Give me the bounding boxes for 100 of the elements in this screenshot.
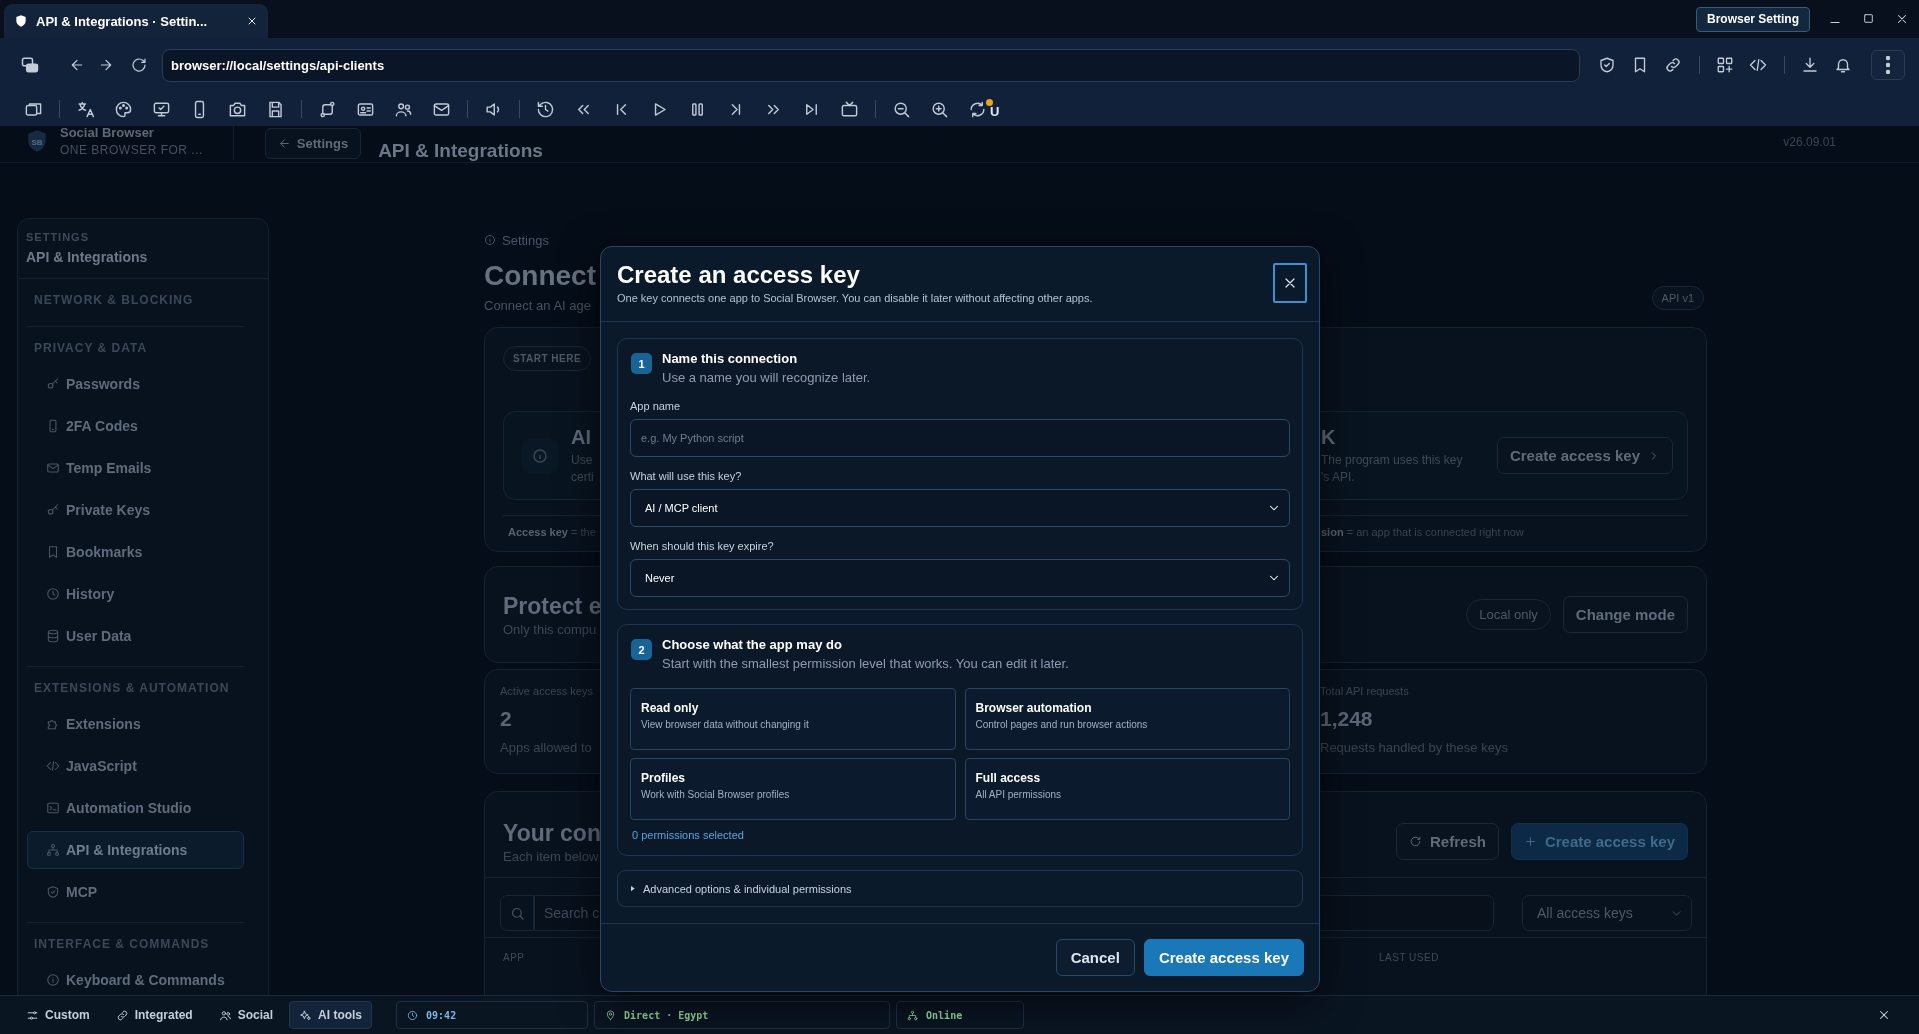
plus-icon [1523,835,1537,848]
browser-tab[interactable]: API & Integrations · Settin... [4,4,268,38]
sidebar-item[interactable]: 2FA Codes [27,405,244,447]
refresh-button[interactable]: Refresh [1396,823,1499,860]
network-icon [907,1009,919,1021]
step-title: Name this connection [662,351,799,367]
field-label: When should this key expire? [630,539,775,553]
sidebar-item[interactable]: Extensions [27,703,244,745]
address-bar[interactable]: browser://local/settings/api-clients [162,48,1580,82]
step-title: Choose what the app may do [662,637,843,653]
change-mode-button[interactable]: Change mode [1562,596,1688,633]
stat-value: 2 [500,707,512,731]
field-label: App name [630,399,682,413]
clock-icon [46,587,60,601]
brand-tagline: ONE BROWSER FOR ... [60,143,203,157]
dialog-description: One key connects one app to Social Browser. You can disable it later without affecting other apps. [617,292,1093,304]
close-icon[interactable] [1877,1008,1891,1022]
close-button[interactable] [1273,263,1307,303]
page-subtitle: Connect an AI age [484,298,592,313]
palette-icon[interactable] [114,99,133,119]
logo-text: SB [31,137,43,147]
group-title: PRIVACY & DATA [33,340,149,357]
save-icon[interactable] [266,99,285,119]
extensions-icon[interactable] [1716,56,1734,74]
sidebar-toggle-icon[interactable] [20,55,40,75]
shield-icon [46,885,60,899]
network-icon [46,843,60,857]
cancel-button[interactable]: Cancel [1055,939,1135,976]
sparkles-icon [299,1008,313,1022]
history-icon[interactable] [536,99,555,119]
menu-button[interactable] [1871,50,1905,80]
zoom-in-icon[interactable] [930,99,949,119]
time-display: 09:42 [396,1001,589,1029]
shield-icon[interactable] [1598,56,1616,74]
key-icon [46,377,60,391]
advanced-options-toggle[interactable]: Advanced options & individual permissions [617,870,1303,907]
sidebar-item[interactable]: MCP [27,871,244,913]
create-access-key-button[interactable]: Create access key [1496,437,1673,474]
option-title: AI [571,425,592,449]
back-button[interactable]: Settings [264,128,362,159]
sidebar-item[interactable]: Passwords [27,363,244,405]
zoom-out-icon[interactable] [892,99,911,119]
connection-status: Online [896,1001,1025,1029]
sidebar-item[interactable]: Automation Studio [27,787,244,829]
permission-option[interactable]: Browser automation Control pages and run browser actions [964,688,1290,750]
card-title: Protect e [503,592,602,620]
maximize-icon[interactable] [1862,12,1875,25]
dropdown[interactable]: AI / MCP client [630,489,1290,527]
link-icon[interactable] [1664,56,1682,74]
column-header: LAST USED [1379,952,1439,963]
mode-button[interactable]: Social [208,1001,284,1029]
field-label: What will use this key? [630,469,743,483]
filter-dropdown[interactable]: All access keys [1522,895,1692,931]
text-field[interactable]: e.g. My Python script [630,419,1290,457]
mode-badge: Local only [1466,599,1551,630]
code-icon [46,759,60,773]
sidebar-item[interactable]: Temp Emails [27,447,244,489]
forward-icon[interactable] [98,57,114,73]
create-access-key-button[interactable]: Create access key [1510,823,1688,860]
step-hint: Start with the smallest permission level that works. You can edit it later. [662,655,1069,673]
group-title: NETWORK & BLOCKING [33,292,195,309]
browser-setting-button[interactable]: Browser Setting [1696,6,1810,32]
code-icon[interactable] [1749,56,1767,74]
permission-option[interactable]: Profiles Work with Social Browser profiles [630,758,956,820]
create-access-key-button[interactable]: Create access key [1143,939,1304,976]
sidebar-item[interactable]: Keyboard & Commands [27,959,244,995]
dialog-title: Create an access key [617,261,861,289]
camera-icon[interactable] [228,99,247,119]
sidebar-item[interactable]: User Data [27,615,244,657]
user-badge[interactable]: U [986,99,1000,119]
mode-button[interactable]: Integrated [105,1001,203,1029]
permission-option[interactable]: Full access All API permissions [964,758,1290,820]
bell-icon[interactable] [1834,56,1852,74]
api-version-badge: API v1 [1651,286,1704,310]
page-title: Connect [484,260,596,292]
link-icon [115,1008,129,1022]
mode-button[interactable]: Custom [16,1001,100,1029]
refresh-icon [1409,835,1423,848]
translate-icon[interactable] [76,99,95,119]
back-icon[interactable] [69,57,85,73]
sidebar-item[interactable]: API & Integrations [27,831,244,869]
bookmark-icon [46,545,60,559]
sidebar-item[interactable]: History [27,573,244,615]
route-icon[interactable] [318,99,337,119]
permission-option[interactable]: Read only View browser data without changing it [630,688,956,750]
monitor-icon[interactable] [152,99,171,119]
dropdown[interactable]: Never [630,559,1290,597]
sync-icon[interactable] [968,99,987,119]
mail-icon [46,461,60,475]
mode-button[interactable]: AI tools [289,1001,373,1029]
reload-icon[interactable] [131,57,147,73]
start-here-badge: START HERE [503,346,592,371]
close-icon[interactable] [1895,12,1909,26]
sidebar-item[interactable]: JavaScript [27,745,244,787]
breadcrumb-link[interactable]: Settings [502,232,549,248]
tv-icon[interactable] [840,99,859,119]
sidebar-item[interactable]: Bookmarks [27,531,244,573]
close-icon[interactable] [246,15,258,27]
download-icon[interactable] [1801,56,1819,74]
sidebar-item[interactable]: Private Keys [27,489,244,531]
